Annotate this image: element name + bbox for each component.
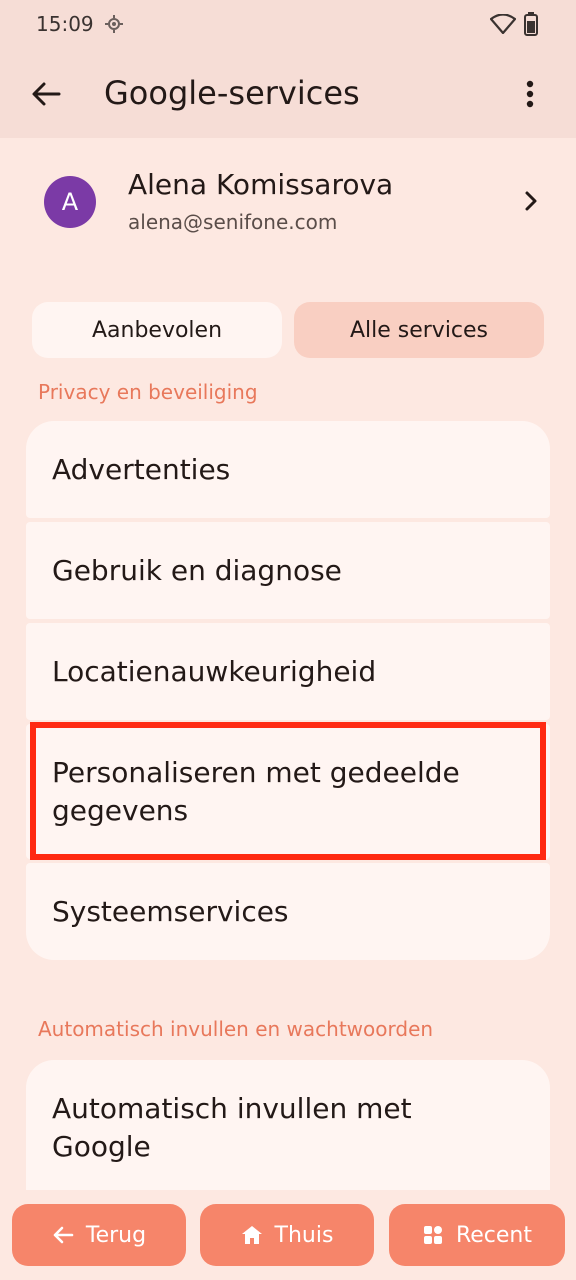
chevron-right-icon bbox=[525, 191, 537, 211]
list-item-label: Advertenties bbox=[52, 452, 231, 486]
more-options-button[interactable] bbox=[510, 72, 550, 116]
wifi-icon bbox=[490, 14, 516, 34]
arrow-left-icon bbox=[32, 82, 61, 106]
recent-apps-icon bbox=[423, 1226, 442, 1244]
nav-back-button[interactable]: Terug bbox=[12, 1204, 186, 1266]
nav-back-label: Terug bbox=[85, 1222, 147, 1248]
more-vert-icon bbox=[526, 80, 534, 108]
page-title: Google-services bbox=[104, 74, 360, 112]
tab-all-services[interactable]: Alle services bbox=[294, 302, 544, 358]
list-item-usage-diagnostics[interactable]: Gebruik en diagnose bbox=[26, 522, 550, 619]
account-name: Alena Komissarova bbox=[128, 168, 394, 201]
account-row[interactable]: A Alena Komissarova alena@senifone.com bbox=[0, 150, 576, 254]
nav-recent-button[interactable]: Recent bbox=[389, 1204, 565, 1266]
bottom-nav: Terug Thuis Recent bbox=[0, 1190, 576, 1280]
list-item-location-accuracy[interactable]: Locatienauwkeurigheid bbox=[26, 623, 550, 720]
account-email: alena@senifone.com bbox=[128, 210, 338, 234]
battery-icon bbox=[524, 12, 538, 36]
section-label-privacy: Privacy en beveiliging bbox=[38, 380, 258, 404]
list-item-label: Gebruik en diagnose bbox=[52, 553, 342, 587]
status-bar: 15:09 bbox=[0, 0, 576, 48]
back-button[interactable] bbox=[24, 72, 68, 116]
app-bar: Google-services bbox=[0, 48, 576, 138]
list-item-system-services[interactable]: Systeemservices bbox=[26, 863, 550, 960]
nav-home-label: Thuis bbox=[274, 1222, 334, 1248]
location-icon bbox=[105, 15, 123, 33]
highlight-box bbox=[30, 722, 546, 860]
status-time: 15:09 bbox=[36, 12, 94, 36]
list-item-label: Automatisch invullen met Google bbox=[52, 1091, 412, 1163]
tab-recommended[interactable]: Aanbevolen bbox=[32, 302, 282, 358]
screen: 15:09 Google-services A Alena Komissarov… bbox=[0, 0, 576, 1280]
nav-recent-label: Recent bbox=[455, 1222, 533, 1248]
nav-home-button[interactable]: Thuis bbox=[200, 1204, 374, 1266]
list-item-label: Locatienauwkeurigheid bbox=[52, 654, 377, 688]
list-item-ads[interactable]: Advertenties bbox=[26, 421, 550, 518]
home-icon bbox=[241, 1226, 262, 1244]
avatar: A bbox=[44, 176, 96, 228]
list-item-autofill-google[interactable]: Automatisch invullen met Google bbox=[26, 1060, 550, 1195]
section-label-autofill: Automatisch invullen en wachtwoorden bbox=[38, 1017, 434, 1041]
list-item-label: Systeemservices bbox=[52, 894, 289, 928]
arrow-left-icon bbox=[53, 1226, 74, 1244]
